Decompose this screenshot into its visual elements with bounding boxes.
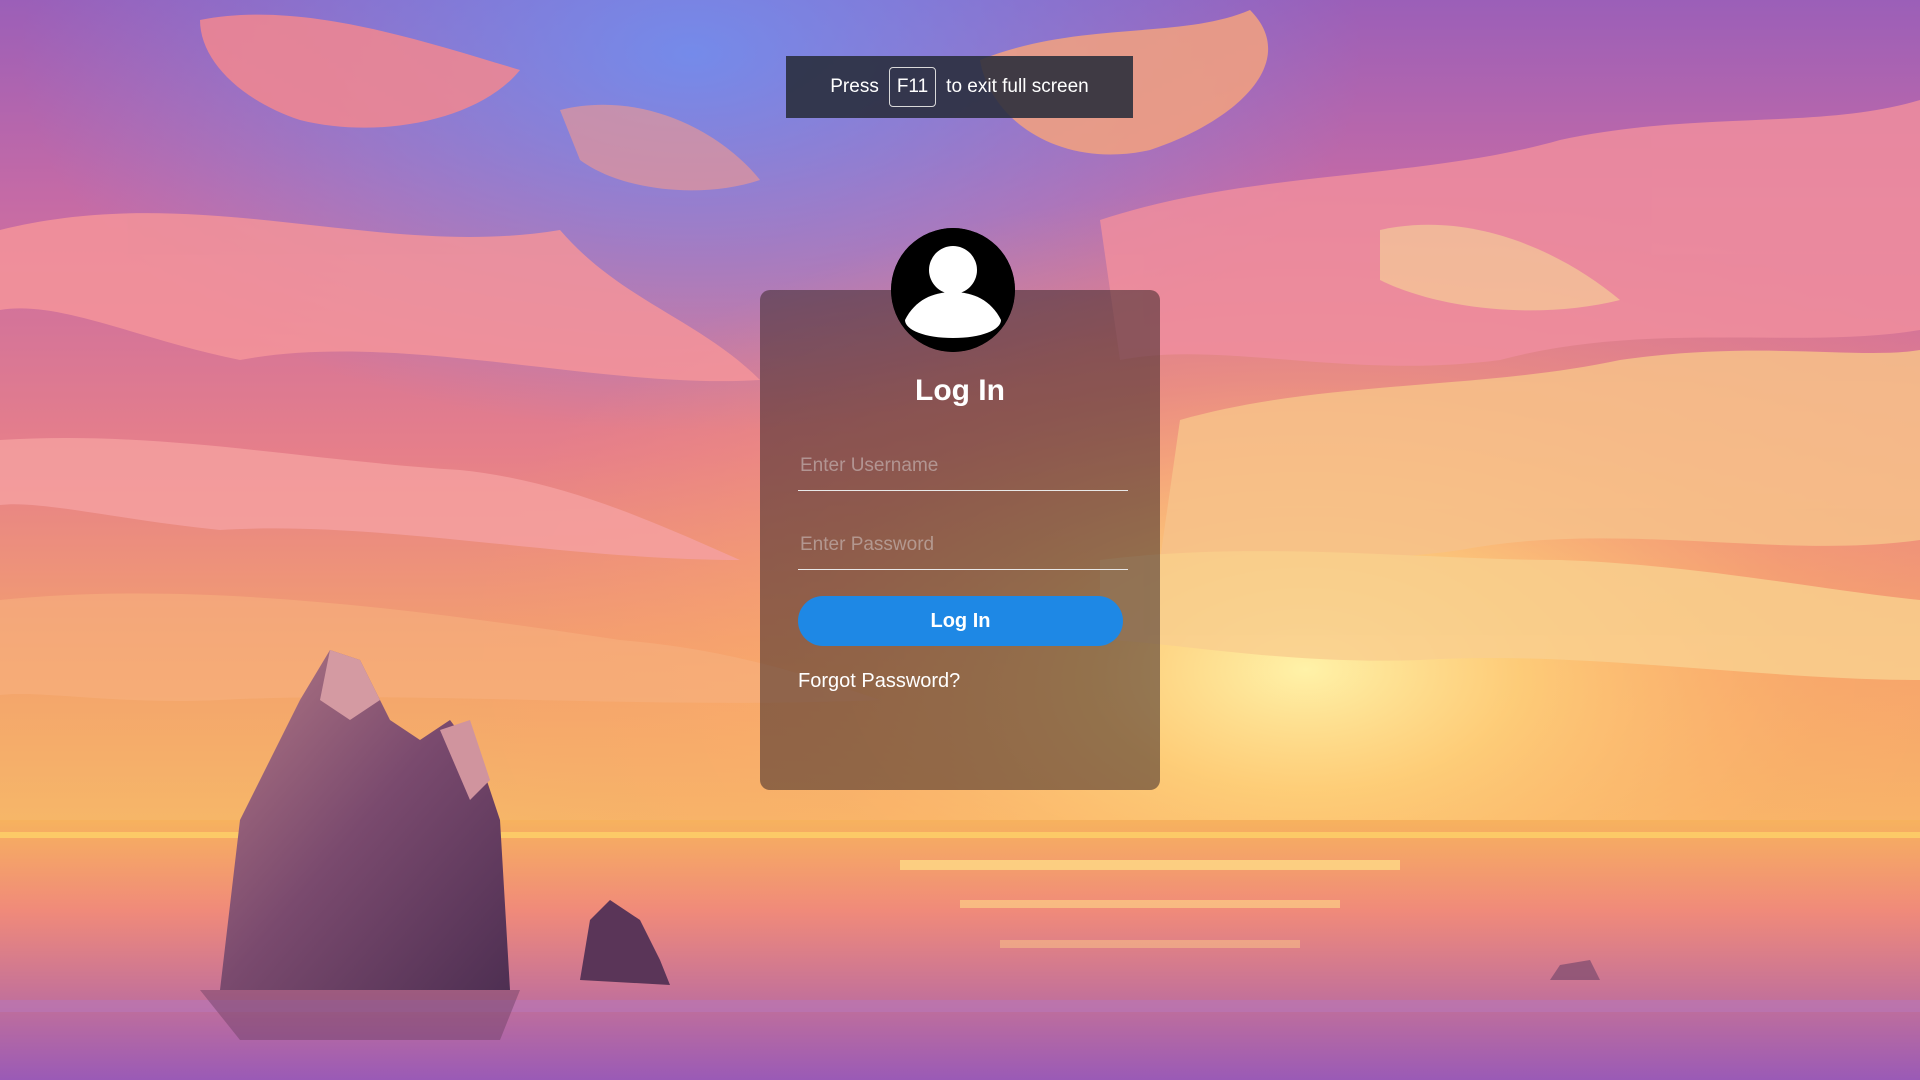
login-button[interactable]: Log In (798, 596, 1123, 646)
forgot-password-link[interactable]: Forgot Password? (798, 670, 960, 693)
login-title: Log In (915, 374, 1005, 407)
f11-key-badge: F11 (888, 67, 937, 107)
fullscreen-exit-toast: Press F11 to exit full screen (786, 56, 1133, 118)
toast-suffix: to exit full screen (946, 76, 1089, 97)
password-input[interactable] (798, 520, 1128, 570)
user-avatar-icon (891, 228, 1015, 352)
username-input[interactable] (798, 441, 1128, 491)
toast-prefix: Press (830, 76, 879, 97)
